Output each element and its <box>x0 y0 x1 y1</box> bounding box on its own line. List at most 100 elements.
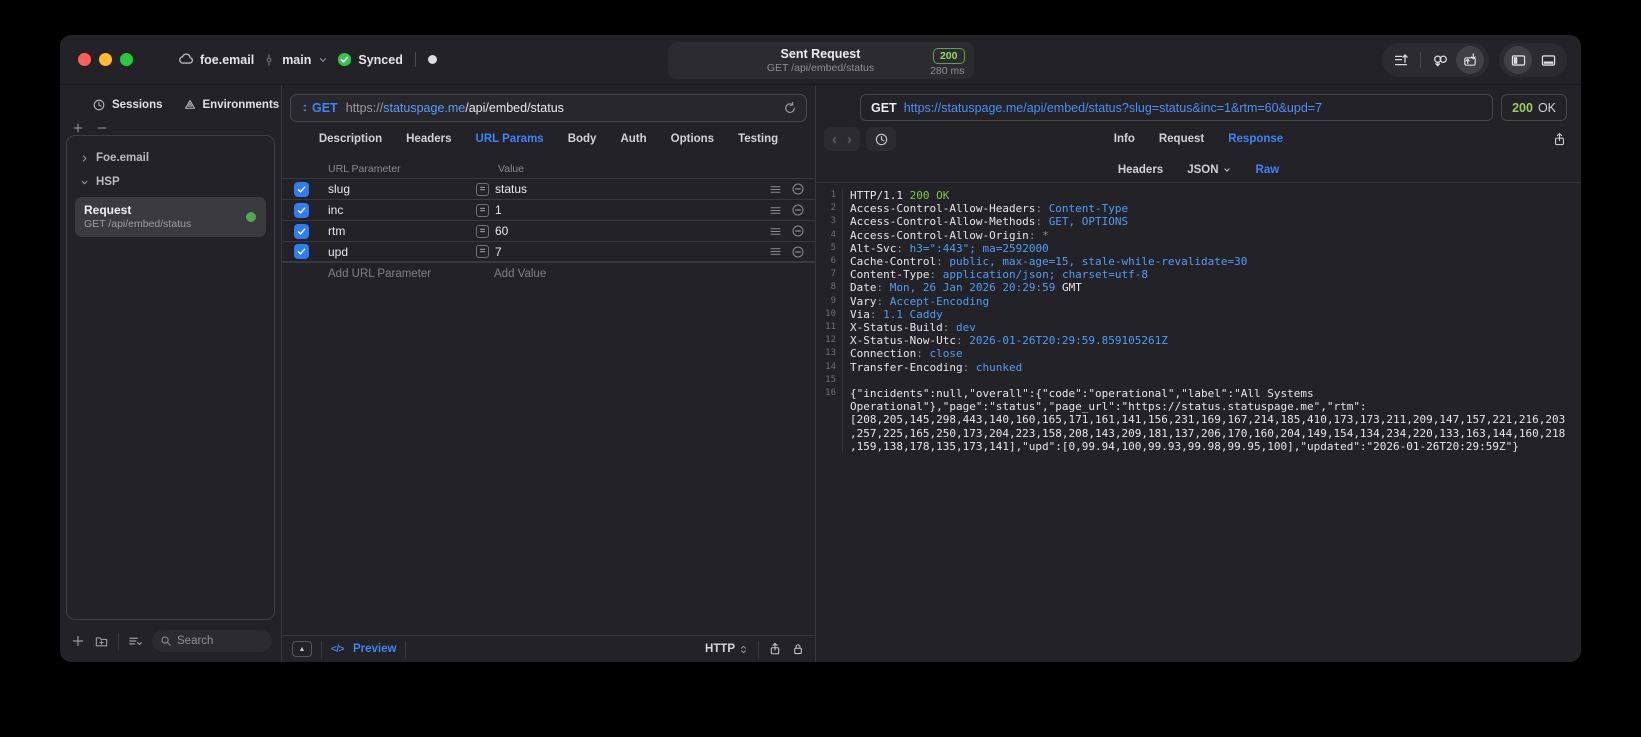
back-icon[interactable]: ‹ <box>832 131 837 148</box>
protocol-select[interactable]: HTTP <box>705 643 749 655</box>
sync-status[interactable]: Synced <box>337 52 403 67</box>
add-value[interactable]: Add Value <box>494 268 546 280</box>
tab-headers[interactable]: Headers <box>406 133 451 145</box>
search-input[interactable] <box>177 635 264 647</box>
line-text: Vary: Accept-Encoding <box>842 294 1581 308</box>
share-icon[interactable] <box>768 642 782 656</box>
collapse-panel-icon[interactable]: ▲ <box>292 641 312 657</box>
refresh-icon[interactable] <box>783 101 797 115</box>
param-name[interactable]: rtm <box>328 224 476 238</box>
response-line: 8 Date: Mon, 26 Jan 2026 20:29:59 GMT <box>816 281 1581 295</box>
sessions-label: Sessions <box>112 99 163 111</box>
new-folder-icon[interactable] <box>94 634 109 649</box>
toggle-bottom-panel-icon[interactable] <box>1534 46 1562 74</box>
param-checkbox[interactable] <box>294 202 309 218</box>
param-value[interactable]: 7 <box>495 245 502 259</box>
updown-chevrons-icon <box>738 644 749 655</box>
tree-item-request-selected[interactable]: Request GET /api/embed/status <box>75 197 266 237</box>
param-name[interactable]: slug <box>328 182 476 196</box>
toggle-sidebar-icon[interactable] <box>1504 46 1532 74</box>
line-number: 8 <box>830 282 836 293</box>
param-name[interactable]: inc <box>328 203 476 217</box>
tree-item-foe-email[interactable]: Foe.email <box>75 146 266 170</box>
method-stepper-icon[interactable] <box>300 102 310 114</box>
add-session-icon[interactable] <box>72 122 84 134</box>
zoom-window-button[interactable] <box>120 53 133 66</box>
line-number: 1 <box>830 190 836 200</box>
forward-icon[interactable]: › <box>847 131 852 148</box>
tree-item-hsp[interactable]: HSP <box>75 170 266 194</box>
sync-loop-icon[interactable] <box>1426 46 1454 74</box>
remove-circle-icon[interactable] <box>791 224 805 238</box>
response-body[interactable]: 1 HTTP/1.1 200 OK 2 Access-Control-Allow-He… <box>816 183 1581 662</box>
tab-environments[interactable]: Environments <box>183 98 279 112</box>
close-window-button[interactable] <box>78 53 91 66</box>
environments-icon <box>183 98 197 112</box>
line-number: 11 <box>825 322 836 333</box>
sent-request-url-box[interactable]: GET https://statuspage.me/api/embed/stat… <box>860 94 1494 121</box>
reorder-lines-icon[interactable] <box>769 245 782 258</box>
response-line: 1 HTTP/1.1 200 OK <box>816 189 1581 203</box>
app-window: foe.email main Synced Sent Request GET /… <box>60 35 1581 662</box>
remove-session-icon[interactable] <box>96 122 108 134</box>
project-menu[interactable]: foe.email <box>177 51 254 68</box>
response-subtab-raw[interactable]: Raw <box>1256 164 1280 176</box>
lock-icon[interactable] <box>791 642 805 656</box>
share-response-icon[interactable] <box>1552 132 1567 147</box>
list-options-icon[interactable] <box>128 634 143 649</box>
minimize-window-button[interactable] <box>99 53 112 66</box>
history-clock-icon[interactable] <box>866 127 896 151</box>
import-box-icon[interactable] <box>1456 46 1484 74</box>
reorder-lines-icon[interactable] <box>769 204 782 217</box>
request-method[interactable]: GET <box>312 101 338 115</box>
line-text: Access-Control-Allow-Methods: GET, OPTIO… <box>842 215 1581 229</box>
reorder-lines-icon[interactable] <box>769 183 782 196</box>
response-top-row: GET https://statuspage.me/api/embed/stat… <box>860 94 1567 121</box>
tab-auth[interactable]: Auth <box>620 133 646 145</box>
param-checkbox[interactable] <box>294 244 309 259</box>
param-value[interactable]: status <box>495 182 527 196</box>
pill-title: Sent Request <box>780 47 861 61</box>
tab-description[interactable]: Description <box>319 133 382 145</box>
tab-body[interactable]: Body <box>568 133 597 145</box>
panel-toggles-group <box>1499 43 1567 77</box>
request-status-pill[interactable]: Sent Request GET /api/embed/status 200 2… <box>667 42 974 79</box>
request-url-bar[interactable]: GET https://statuspage.me/api/embed/stat… <box>290 94 807 122</box>
export-lines-icon[interactable] <box>1387 46 1415 74</box>
record-dot-icon[interactable] <box>427 55 437 64</box>
duration-label: 280 ms <box>930 65 965 77</box>
response-line: 16 {"incidents":null,"overall":{"code":"o… <box>816 387 1581 454</box>
response-pane: GET https://statuspage.me/api/embed/stat… <box>816 85 1581 662</box>
line-text: Alt-Svc: h3=":443"; ma=2592000 <box>842 241 1581 256</box>
param-name[interactable]: upd <box>328 245 476 259</box>
add-request-icon[interactable] <box>71 634 85 648</box>
tab-sessions[interactable]: Sessions <box>92 98 163 112</box>
param-value[interactable]: 60 <box>495 224 508 238</box>
remove-circle-icon[interactable] <box>791 245 805 259</box>
add-url-parameter[interactable]: Add URL Parameter <box>328 268 494 280</box>
response-subtab-headers[interactable]: Headers <box>1118 164 1163 176</box>
line-number: 6 <box>830 256 836 267</box>
branch-menu[interactable]: main <box>262 53 329 67</box>
response-line: 14 Transfer-Encoding: chunked <box>816 360 1581 374</box>
tab-url-params[interactable]: URL Params <box>476 133 544 145</box>
chevron-down-icon <box>79 177 90 188</box>
tab-testing[interactable]: Testing <box>738 133 778 145</box>
sidebar-tabs: Sessions Environments <box>92 93 281 117</box>
preview-button[interactable]: Preview <box>353 643 396 655</box>
sidebar-search[interactable] <box>152 630 272 652</box>
add-param-row[interactable]: Add URL Parameter Add Value <box>282 262 815 284</box>
response-tab-response[interactable]: Response <box>1228 133 1283 145</box>
response-subtab-json[interactable]: JSON <box>1187 164 1231 176</box>
response-tab-request[interactable]: Request <box>1159 133 1204 145</box>
remove-circle-icon[interactable] <box>791 203 805 217</box>
param-value[interactable]: 1 <box>495 203 502 217</box>
request-title: Request <box>84 203 132 217</box>
remove-circle-icon[interactable] <box>791 182 805 196</box>
tab-options[interactable]: Options <box>671 133 714 145</box>
line-number: 15 <box>825 374 836 385</box>
reorder-lines-icon[interactable] <box>769 225 782 238</box>
response-tab-info[interactable]: Info <box>1114 133 1135 145</box>
param-checkbox[interactable] <box>294 223 309 239</box>
param-checkbox[interactable] <box>294 181 309 197</box>
